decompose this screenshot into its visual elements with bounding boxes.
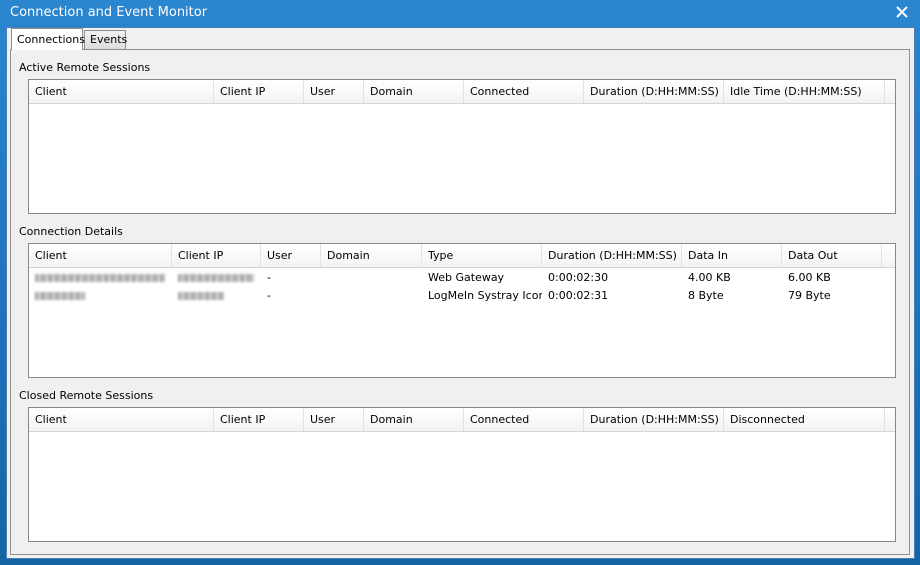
user-cell: - (267, 289, 271, 302)
redacted-client-name (35, 292, 85, 300)
column-header-disconnected[interactable]: Disconnected (724, 408, 885, 431)
main-window: Connection and Event Monitor Connections… (0, 0, 920, 565)
data-in-cell: 8 Byte (688, 289, 724, 302)
redacted-client-ip (178, 274, 254, 282)
duration-cell: 0:00:02:31 (548, 289, 609, 302)
tab-events[interactable]: Events (84, 30, 127, 49)
column-header-domain[interactable]: Domain (321, 244, 422, 267)
column-header-user[interactable]: User (304, 408, 364, 431)
column-header-client-ip[interactable]: Client IP (214, 80, 304, 103)
close-icon[interactable] (895, 5, 909, 19)
connection-details-header: Client Client IP User Domain Type Durati… (29, 244, 895, 268)
column-header-domain[interactable]: Domain (364, 408, 464, 431)
column-header-data-in[interactable]: Data In (682, 244, 782, 267)
window-title: Connection and Event Monitor (10, 5, 208, 20)
connections-panel: Active Remote Sessions Client Client IP … (10, 49, 910, 555)
domain-cell (321, 269, 422, 287)
user-cell: - (267, 271, 271, 284)
column-header-duration[interactable]: Duration (D:HH:MM:SS) (542, 244, 682, 267)
data-out-cell: 79 Byte (788, 289, 831, 302)
column-header-client-ip[interactable]: Client IP (172, 244, 261, 267)
column-header-domain[interactable]: Domain (364, 80, 464, 103)
column-header-user[interactable]: User (261, 244, 321, 267)
column-header-client[interactable]: Client (29, 80, 214, 103)
client-cell-redacted (29, 287, 172, 305)
window-client-area: Connections Events Active Remote Session… (6, 27, 915, 559)
domain-cell (321, 287, 422, 305)
column-header-client[interactable]: Client (29, 408, 214, 431)
title-bar[interactable]: Connection and Event Monitor (0, 0, 920, 27)
column-header-connected[interactable]: Connected (464, 80, 584, 103)
client-ip-cell-redacted (172, 269, 261, 287)
closed-sessions-list[interactable]: Client Client IP User Domain Connected D… (28, 407, 896, 542)
column-header-idle-time[interactable]: Idle Time (D:HH:MM:SS) (724, 80, 885, 103)
table-row[interactable]: - Web Gateway 0:00:02:30 4.00 KB 6.00 KB (29, 269, 895, 287)
closed-sessions-header: Client Client IP User Domain Connected D… (29, 408, 895, 432)
connection-details-label: Connection Details (19, 225, 123, 238)
connection-details-list[interactable]: Client Client IP User Domain Type Durati… (28, 243, 896, 378)
column-header-user[interactable]: User (304, 80, 364, 103)
active-sessions-label: Active Remote Sessions (19, 61, 151, 74)
active-sessions-header: Client Client IP User Domain Connected D… (29, 80, 895, 104)
type-cell: LogMeIn Systray Icon (428, 289, 542, 302)
column-header-duration[interactable]: Duration (D:HH:MM:SS) (584, 408, 724, 431)
data-in-cell: 4.00 KB (688, 271, 731, 284)
closed-sessions-label: Closed Remote Sessions (19, 389, 154, 402)
column-header-type[interactable]: Type (422, 244, 542, 267)
column-header-client[interactable]: Client (29, 244, 172, 267)
data-out-cell: 6.00 KB (788, 271, 831, 284)
column-header-data-out[interactable]: Data Out (782, 244, 882, 267)
tab-connections[interactable]: Connections (11, 28, 85, 50)
column-header-client-ip[interactable]: Client IP (214, 408, 304, 431)
client-cell-redacted (29, 269, 172, 287)
column-header-connected[interactable]: Connected (464, 408, 584, 431)
column-header-duration[interactable]: Duration (D:HH:MM:SS) (584, 80, 724, 103)
active-sessions-list[interactable]: Client Client IP User Domain Connected D… (28, 79, 896, 214)
table-row[interactable]: - LogMeIn Systray Icon 0:00:02:31 8 Byte… (29, 287, 895, 305)
duration-cell: 0:00:02:30 (548, 271, 609, 284)
redacted-client-name (35, 274, 165, 282)
redacted-client-ip (178, 292, 224, 300)
client-ip-cell-redacted (172, 287, 261, 305)
type-cell: Web Gateway (428, 271, 505, 284)
